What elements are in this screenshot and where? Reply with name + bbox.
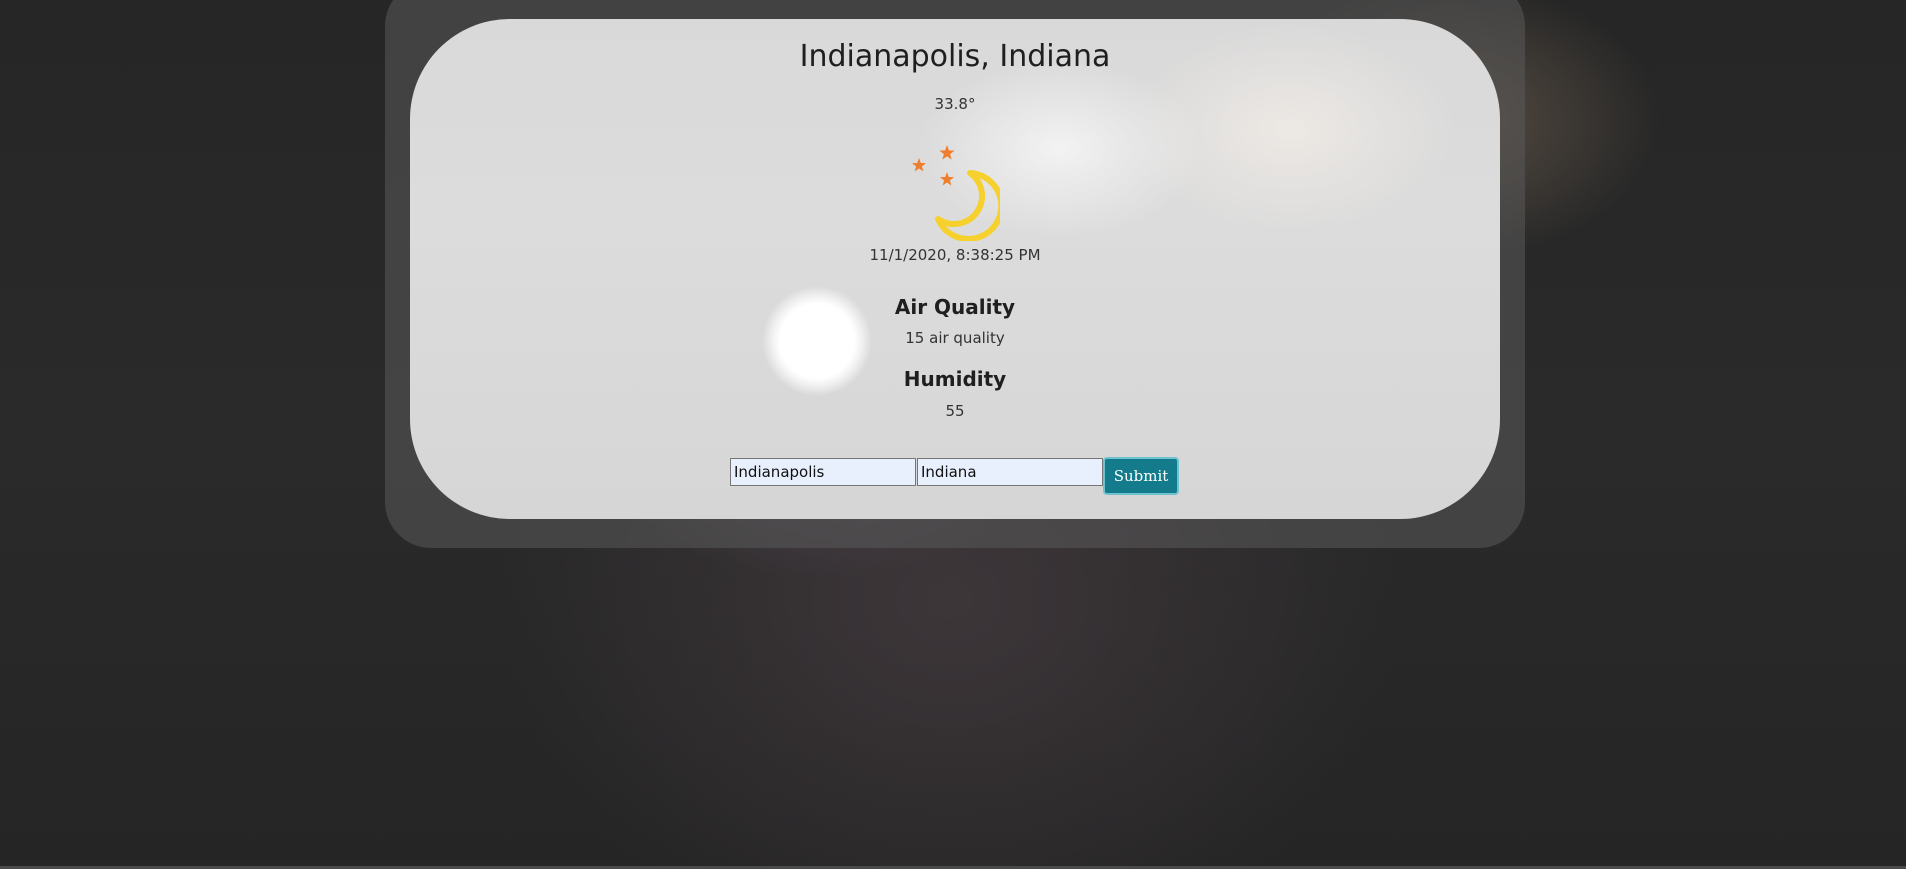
humidity-value: 55 [945, 402, 965, 420]
humidity-heading: Humidity [903, 367, 1007, 391]
moon-stars-icon [900, 141, 1005, 242]
state-input[interactable] [917, 458, 1103, 486]
air-quality-heading: Air Quality [894, 295, 1016, 319]
datetime-value: 11/1/2020, 8:38:25 PM [869, 246, 1041, 264]
page-title: Indianapolis, Indiana [799, 39, 1111, 74]
temperature-value: 33.8° [934, 95, 976, 113]
air-quality-value: 15 air quality [905, 329, 1005, 347]
city-input[interactable] [730, 458, 916, 486]
weather-card: Indianapolis, Indiana 33.8° 11/1/2020, 8… [410, 19, 1500, 519]
submit-button[interactable]: Submit [1103, 457, 1179, 495]
